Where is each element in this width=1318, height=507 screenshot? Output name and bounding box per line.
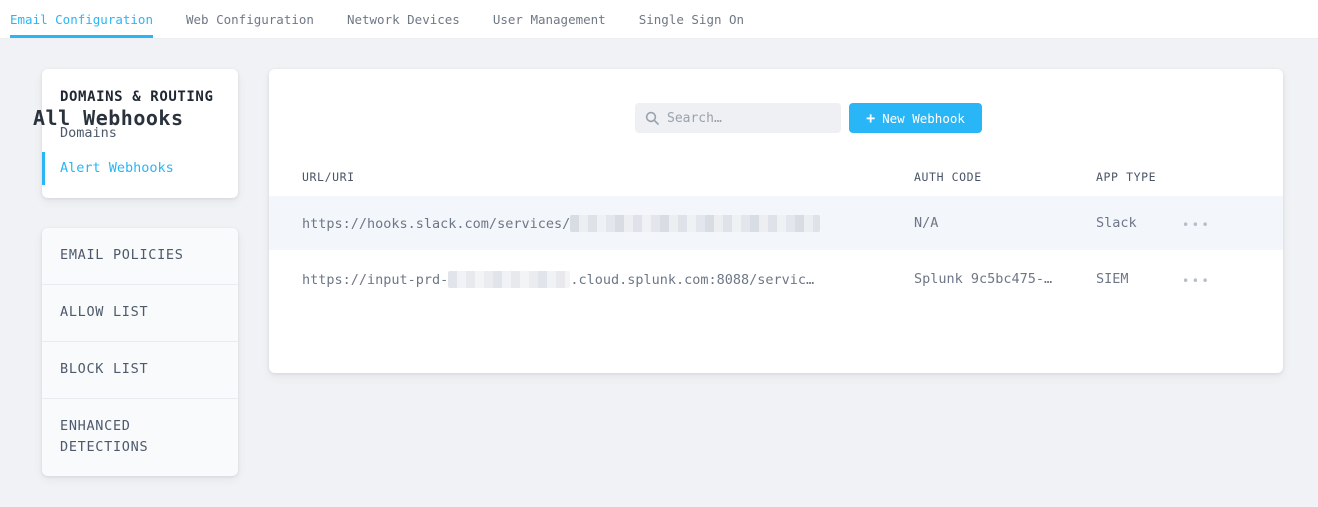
sidebar-item-alert-webhooks[interactable]: Alert Webhooks [42,152,238,185]
sidebar-sections-card: EMAIL POLICIES ALLOW LIST BLOCK LIST ENH… [42,228,238,476]
table-row[interactable]: https://hooks.slack.com/services/ N/A Sl… [269,196,1283,250]
sidebar-item-enhanced-detections[interactable]: ENHANCED DETECTIONS [42,398,238,476]
webhook-app-type: Slack [1096,215,1137,231]
search-input[interactable] [667,110,831,126]
tab-network-devices[interactable]: Network Devices [347,0,460,38]
column-header-app-type: APP TYPE [1096,170,1157,184]
search-box [635,103,841,133]
new-webhook-button-label: New Webhook [882,110,965,126]
plus-icon: + [866,108,876,127]
tab-web-configuration[interactable]: Web Configuration [186,0,314,38]
redacted-url-segment [570,214,821,232]
new-webhook-button[interactable]: + New Webhook [849,103,982,133]
redacted-url-segment [448,270,571,288]
row-menu-ellipsis-icon[interactable]: ••• [1182,218,1211,232]
table-header-row: URL/URI AUTH CODE APP TYPE [269,165,1283,189]
sidebar-domains-routing-card: DOMAINS & ROUTING Domains Alert Webhooks [42,69,238,198]
webhook-auth-code: N/A [914,215,939,231]
webhook-url: https://input-prd- .cloud.splunk.com:8088… [302,270,815,288]
webhook-app-type: SIEM [1096,271,1129,287]
row-menu-ellipsis-icon[interactable]: ••• [1182,274,1211,288]
page-title: All Webhooks [33,106,184,130]
column-header-auth-code: AUTH CODE [914,170,982,184]
tab-email-configuration[interactable]: Email Configuration [10,0,153,38]
top-nav: Email Configuration Web Configuration Ne… [0,0,1318,39]
sidebar-item-allow-list[interactable]: ALLOW LIST [42,284,238,341]
sidebar-item-block-list[interactable]: BLOCK LIST [42,341,238,398]
tab-single-sign-on[interactable]: Single Sign On [639,0,744,38]
table-row[interactable]: https://input-prd- .cloud.splunk.com:8088… [269,250,1283,308]
column-header-url: URL/URI [302,170,355,184]
search-icon [645,111,659,125]
webhook-url: https://hooks.slack.com/services/ [269,214,914,232]
sidebar-item-email-policies[interactable]: EMAIL POLICIES [42,228,238,284]
sidebar-section-header: DOMAINS & ROUTING [60,89,214,105]
tab-user-management[interactable]: User Management [493,0,606,38]
webhook-auth-code: Splunk 9c5bc475-… [914,271,1053,287]
